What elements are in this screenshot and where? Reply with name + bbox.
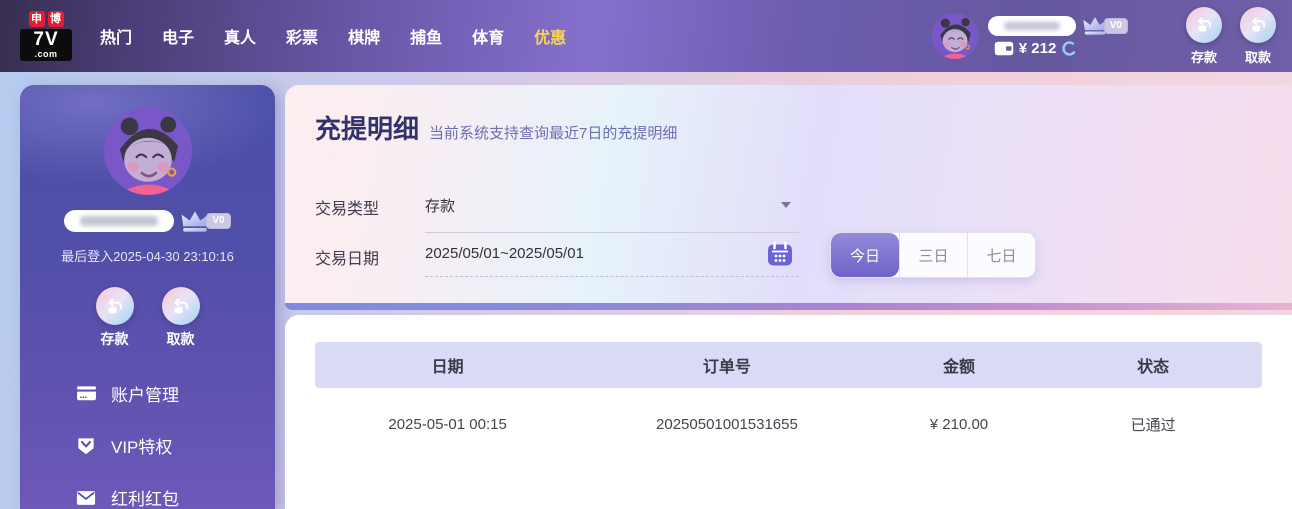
nav-item-chess[interactable]: 棋牌 [348, 24, 380, 48]
main-navigation: 热门 电子 真人 彩票 棋牌 捕鱼 体育 优惠 [100, 24, 566, 48]
vip-level-badge: V0 [1103, 17, 1128, 34]
username-masked [987, 15, 1076, 36]
nav-item-lottery[interactable]: 彩票 [286, 24, 318, 48]
account-sidebar: V0 最后登入2025-04-30 23:10:16 存款 取款 账户管理 VI… [20, 85, 275, 509]
sidebar-username-masked [64, 210, 175, 232]
sidebar-user-avatar[interactable] [103, 107, 192, 195]
logo-badge-1: 申 [28, 11, 45, 27]
transaction-date-value: 2025/05/01~2025/05/01 [425, 245, 584, 262]
logo-wordmark: 7V .com [20, 29, 72, 61]
page-subtitle: 当前系统支持查询最近7日的充提明细 [429, 125, 678, 142]
logo-badge-2: 博 [47, 11, 64, 27]
nav-item-live[interactable]: 真人 [224, 24, 256, 48]
table-header-row: 日期 订单号 金额 状态 [315, 342, 1262, 388]
transactions-table: 日期 订单号 金额 状态 2025-05-01 00:15 2025050100… [315, 342, 1262, 460]
nav-item-fishing[interactable]: 捕鱼 [410, 24, 442, 48]
bank-card-icon [76, 385, 97, 402]
date-range-group: 今日 三日 七日 [830, 232, 1036, 278]
withdraw-transfer-icon [1240, 6, 1276, 43]
sidebar-item-account-management[interactable]: 账户管理 [76, 381, 275, 406]
sidebar-deposit-button[interactable]: 存款 [95, 287, 134, 349]
site-logo[interactable]: 申 博 7V .com [20, 11, 72, 61]
sidebar-quick-actions: 存款 取款 [20, 287, 275, 349]
header-status: 状态 [1137, 359, 1170, 376]
logo-badges: 申 博 [20, 11, 72, 27]
user-avatar[interactable] [931, 13, 978, 59]
vip-badge-icon [76, 437, 97, 455]
transaction-date-label: 交易日期 [315, 251, 380, 268]
cell-amount: ¥ 210.00 [929, 415, 989, 433]
last-login-text: 最后登入2025-04-30 23:10:16 [61, 249, 234, 264]
nav-item-hot[interactable]: 热门 [100, 24, 132, 48]
username-row: V0 [987, 15, 1128, 36]
header-date: 日期 [431, 359, 464, 376]
cell-status: 已通过 [1130, 416, 1176, 434]
nav-item-slots[interactable]: 电子 [162, 24, 194, 48]
deposit-button[interactable]: 存款 [1186, 6, 1222, 66]
nav-item-promos[interactable]: 优惠 [534, 24, 566, 48]
header-order-no: 订单号 [702, 359, 751, 376]
deposit-transfer-icon [1186, 6, 1222, 43]
sidebar-deposit-transfer-icon [95, 287, 134, 325]
top-navbar: 申 博 7V .com 热门 电子 真人 彩票 棋牌 捕鱼 体育 优惠 V0 ¥… [0, 0, 1292, 72]
cell-date: 2025-05-01 00:15 [388, 415, 507, 433]
user-cluster: V0 ¥ 212 存款 取款 [931, 0, 1276, 72]
results-panel: 日期 订单号 金额 状态 2025-05-01 00:15 2025050100… [285, 315, 1292, 509]
sidebar-withdraw-transfer-icon [161, 287, 200, 325]
table-row: 2025-05-01 00:15 20250501001531655 ¥ 210… [315, 388, 1262, 460]
sidebar-vip-level-badge: V0 [206, 213, 231, 229]
transaction-type-select[interactable]: 存款 [425, 195, 799, 233]
range-button-today[interactable]: 今日 [831, 233, 899, 277]
calendar-icon[interactable] [767, 241, 793, 267]
nav-quick-actions: 存款 取款 [1186, 6, 1276, 66]
range-button-7days[interactable]: 七日 [967, 233, 1035, 277]
filter-panel: 充提明细 当前系统支持查询最近7日的充提明细 交易类型 存款 交易日期 2025… [285, 85, 1292, 310]
chevron-down-icon [781, 202, 791, 208]
sidebar-withdraw-button[interactable]: 取款 [161, 287, 200, 349]
sidebar-menu: 账户管理 VIP特权 红利红包 [20, 381, 275, 509]
nav-item-sports[interactable]: 体育 [472, 24, 504, 48]
red-envelope-icon [76, 490, 97, 506]
withdraw-button[interactable]: 取款 [1240, 6, 1276, 66]
refresh-balance-icon[interactable] [1061, 40, 1078, 57]
transaction-type-value: 存款 [425, 198, 456, 215]
transaction-date-input[interactable]: 2025/05/01~2025/05/01 [425, 241, 799, 277]
sidebar-item-vip-privileges[interactable]: VIP特权 [76, 433, 275, 458]
transaction-type-label: 交易类型 [315, 201, 380, 218]
cell-order-no: 20250501001531655 [656, 415, 798, 433]
wallet-icon [994, 41, 1014, 56]
range-button-3days[interactable]: 三日 [899, 233, 967, 277]
sidebar-username-row: V0 [20, 209, 275, 233]
user-info: V0 ¥ 212 [987, 15, 1128, 57]
sidebar-item-bonus-red-packet[interactable]: 红利红包 [76, 485, 275, 509]
page-title: 充提明细 [315, 114, 420, 144]
header-amount: 金额 [942, 359, 975, 376]
page-header: 充提明细 当前系统支持查询最近7日的充提明细 [315, 109, 677, 146]
balance-amount: ¥ 212 [1018, 40, 1057, 57]
balance-row: ¥ 212 [994, 40, 1128, 57]
